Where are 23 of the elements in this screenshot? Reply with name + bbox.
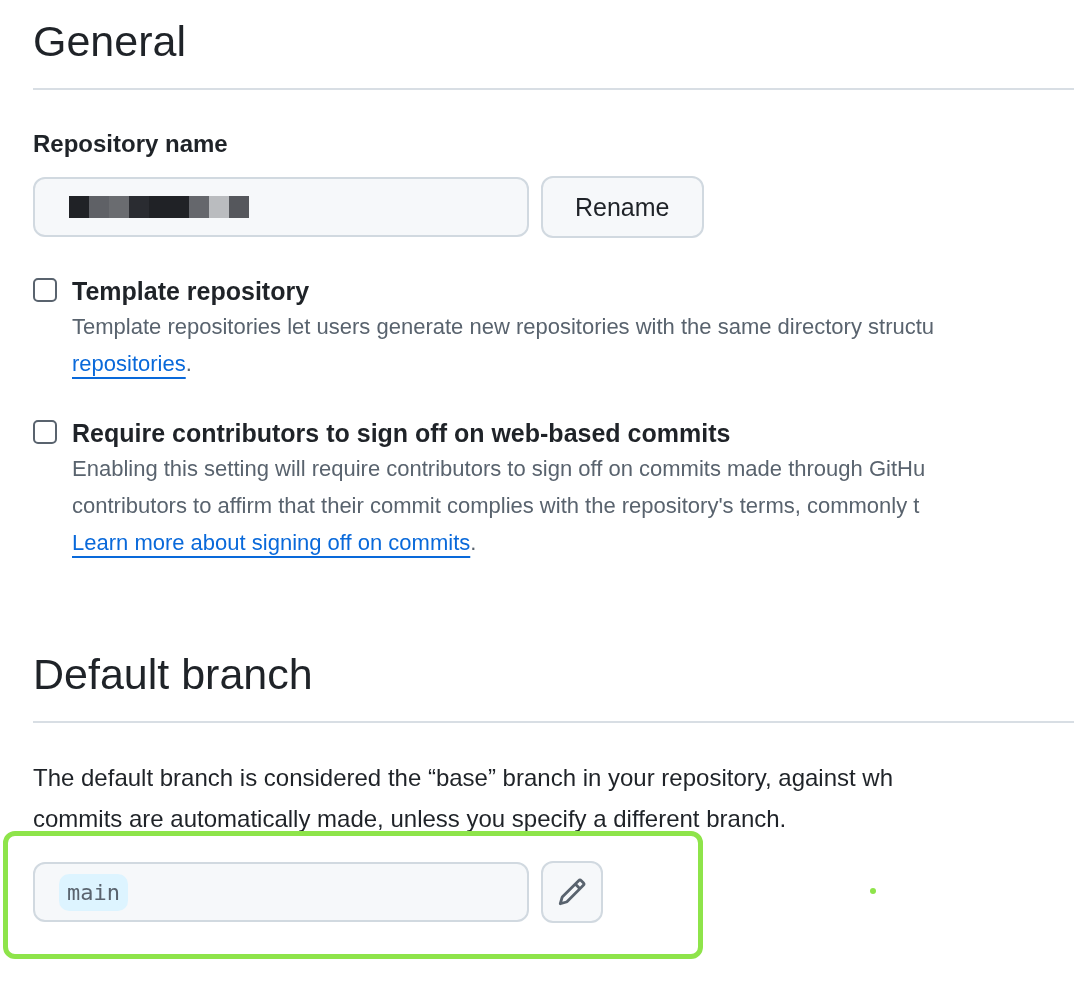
- annotation-dot: [870, 888, 876, 894]
- pencil-icon: [557, 877, 587, 907]
- checkbox[interactable]: [33, 420, 57, 444]
- option-description: Enabling this setting will require contributors to sign off on commits made through GitHu: [72, 455, 926, 483]
- repository-name-field[interactable]: [33, 177, 529, 237]
- punctuation: .: [185, 351, 192, 376]
- option-label: Template repository: [72, 276, 310, 306]
- option-description: Template repositories let users generate new repositories with the same directory structu: [72, 313, 935, 341]
- description-text: commits are automatically made, unless you specify a different branch.: [33, 804, 787, 834]
- edit-button[interactable]: [541, 861, 603, 923]
- description-text: The default branch is considered the “base” branch in your repository, against wh: [33, 763, 894, 793]
- section-heading: General: [33, 16, 186, 67]
- option-description: contributors to affirm that their commit complies with the repository's terms, commonly t: [72, 492, 920, 520]
- section-heading: Default branch: [33, 649, 313, 700]
- branch-name: main: [59, 873, 128, 911]
- help-link[interactable]: Learn more about signing off on commits: [72, 530, 471, 555]
- default-branch-field[interactable]: main: [33, 862, 529, 922]
- help-link[interactable]: repositories: [72, 351, 186, 376]
- field-label: Repository name: [33, 130, 228, 158]
- rename-button[interactable]: Rename: [541, 176, 704, 238]
- checkbox[interactable]: [33, 278, 57, 302]
- punctuation: .: [470, 530, 477, 555]
- option-label: Require contributors to sign off on web-based commits: [72, 418, 731, 448]
